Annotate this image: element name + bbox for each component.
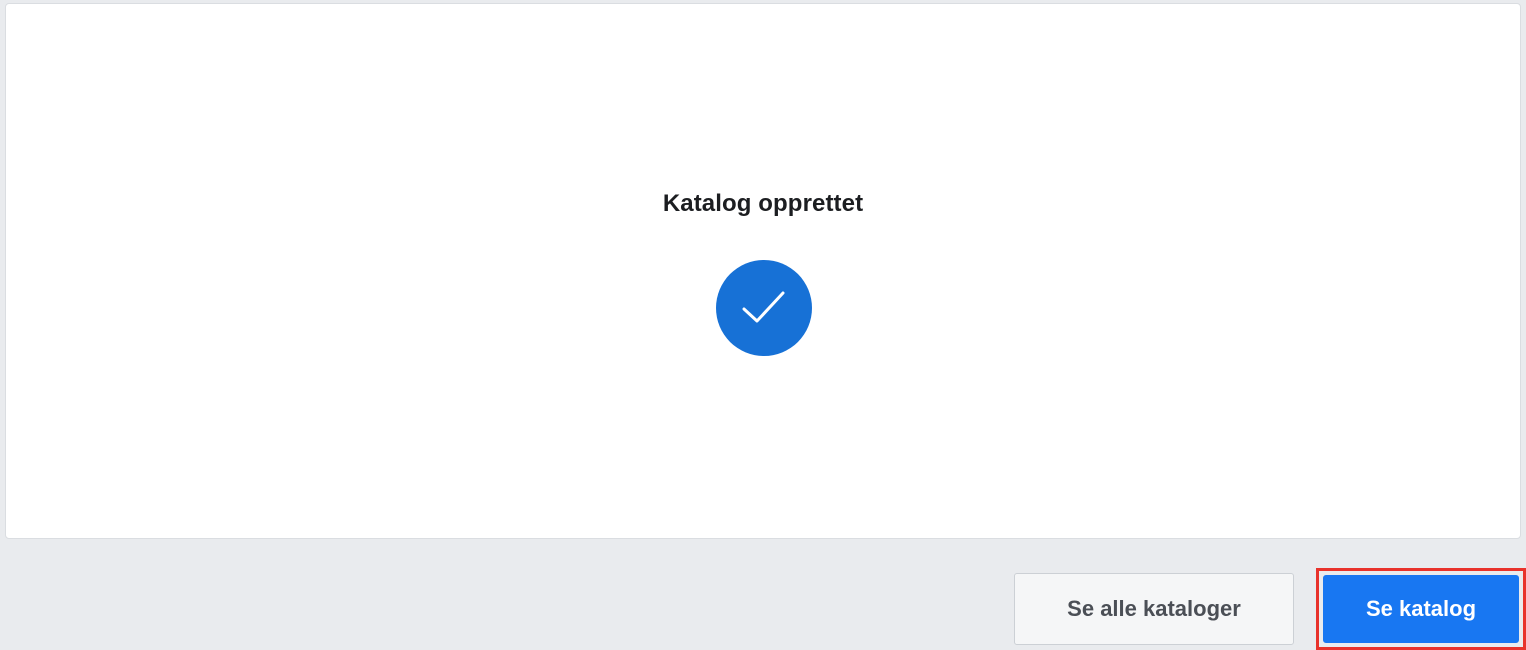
- see-catalog-button[interactable]: Se katalog: [1323, 575, 1519, 643]
- see-all-catalogs-label: Se alle kataloger: [1067, 596, 1241, 621]
- see-catalog-label: Se katalog: [1365, 596, 1477, 621]
- page-title: Katalog opprettet: [662, 190, 864, 217]
- confirmation-card: Katalog opprettet: [5, 3, 1521, 539]
- checkmark-icon: [742, 291, 785, 323]
- page: Katalog opprettet Se alle kataloger Se k…: [0, 0, 1526, 650]
- checkmark-circle-icon: [716, 260, 812, 356]
- see-all-catalogs-button[interactable]: Se alle kataloger: [1014, 573, 1294, 645]
